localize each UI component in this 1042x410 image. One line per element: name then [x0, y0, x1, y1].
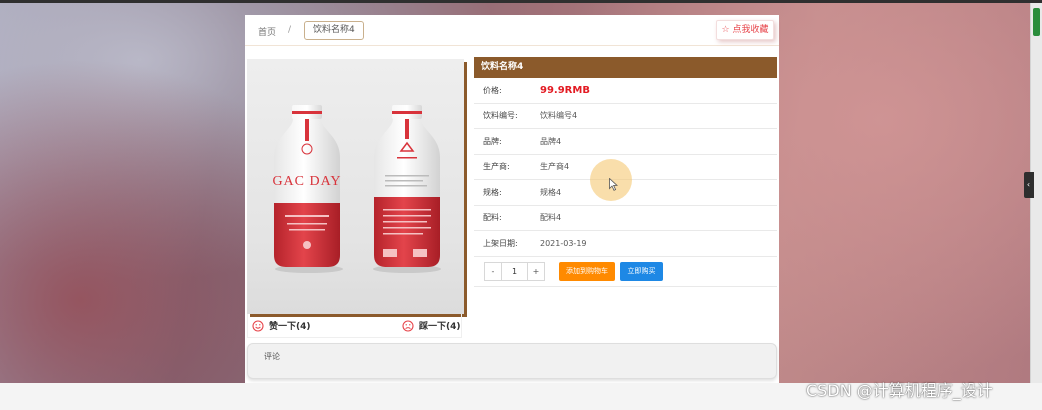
- drink-bottles-image: GAC DAY: [272, 105, 441, 273]
- mouse-pointer-icon: [609, 178, 618, 191]
- spec-value: 规格4: [540, 187, 562, 197]
- smile-icon: [252, 319, 264, 332]
- vote-bar: 赞一下(4) 踩一下(4): [247, 314, 462, 338]
- front-bottle: GAC DAY: [272, 105, 341, 267]
- product-title: 饮料名称4: [474, 57, 777, 78]
- ingredients-label: 配料:: [483, 213, 502, 223]
- code-label: 饮料编号:: [483, 111, 518, 121]
- price-value: 99.9RMB: [540, 84, 590, 96]
- product-image: GAC DAY: [247, 59, 464, 314]
- window-top-edge: [0, 0, 1042, 3]
- quantity-decrease-button[interactable]: -: [485, 262, 502, 280]
- purchase-actions: - 1 + 添加到购物车 立即购买: [474, 257, 777, 287]
- favorite-button[interactable]: ☆ 点我收藏: [716, 20, 774, 40]
- brand-label: 品牌:: [483, 136, 502, 146]
- like-label: 赞一下(4): [269, 322, 311, 332]
- manufacturer-label: 生产商:: [483, 162, 510, 172]
- product-detail-page: 首页 / 饮料名称4 ☆ 点我收藏 GAC DAY 赞一下(4) 踩一下(4) …: [245, 15, 779, 383]
- brand-value: 品牌4: [540, 136, 562, 146]
- side-panel-toggle[interactable]: ‹: [1024, 172, 1034, 198]
- info-row-date: 上架日期: 2021-03-19: [474, 231, 777, 257]
- breadcrumb: 首页 / 饮料名称4 ☆ 点我收藏: [245, 15, 779, 46]
- chevron-left-icon: ‹: [1026, 180, 1031, 189]
- spec-label: 规格:: [483, 187, 502, 197]
- info-row-code: 饮料编号: 饮料编号4: [474, 104, 777, 129]
- date-label: 上架日期:: [483, 238, 518, 248]
- scrollbar-thumb[interactable]: [1033, 8, 1040, 36]
- comments-tab-bar: 评论: [247, 343, 777, 379]
- dislike-label: 踩一下(4): [419, 322, 461, 332]
- quantity-increase-button[interactable]: +: [527, 262, 544, 280]
- quantity-value[interactable]: 1: [502, 263, 527, 280]
- info-row-ingredients: 配料: 配料4: [474, 206, 777, 231]
- info-row-brand: 品牌: 品牌4: [474, 129, 777, 155]
- breadcrumb-home-link[interactable]: 首页: [258, 25, 276, 38]
- add-to-cart-button[interactable]: 添加到购物车: [559, 261, 615, 281]
- frown-icon: [402, 319, 414, 332]
- dislike-button[interactable]: 踩一下(4): [402, 319, 461, 332]
- price-label: 价格:: [483, 85, 502, 95]
- breadcrumb-current: 饮料名称4: [304, 21, 364, 40]
- manufacturer-value: 生产商4: [540, 162, 570, 172]
- buy-now-button[interactable]: 立即购买: [620, 261, 663, 281]
- back-bottle: [374, 105, 440, 267]
- code-value: 饮料编号4: [540, 111, 578, 121]
- info-row-price: 价格: 99.9RMB: [474, 78, 777, 104]
- like-button[interactable]: 赞一下(4): [252, 319, 311, 332]
- breadcrumb-separator: /: [288, 25, 292, 35]
- date-value: 2021-03-19: [540, 238, 587, 248]
- watermark-text: CSDN @计算机程序_设计: [806, 381, 993, 400]
- bottle-brand-text: GAC DAY: [272, 174, 341, 189]
- quantity-stepper: - 1 +: [484, 261, 545, 281]
- tab-comments[interactable]: 评论: [264, 351, 280, 362]
- ingredients-value: 配料4: [540, 213, 562, 223]
